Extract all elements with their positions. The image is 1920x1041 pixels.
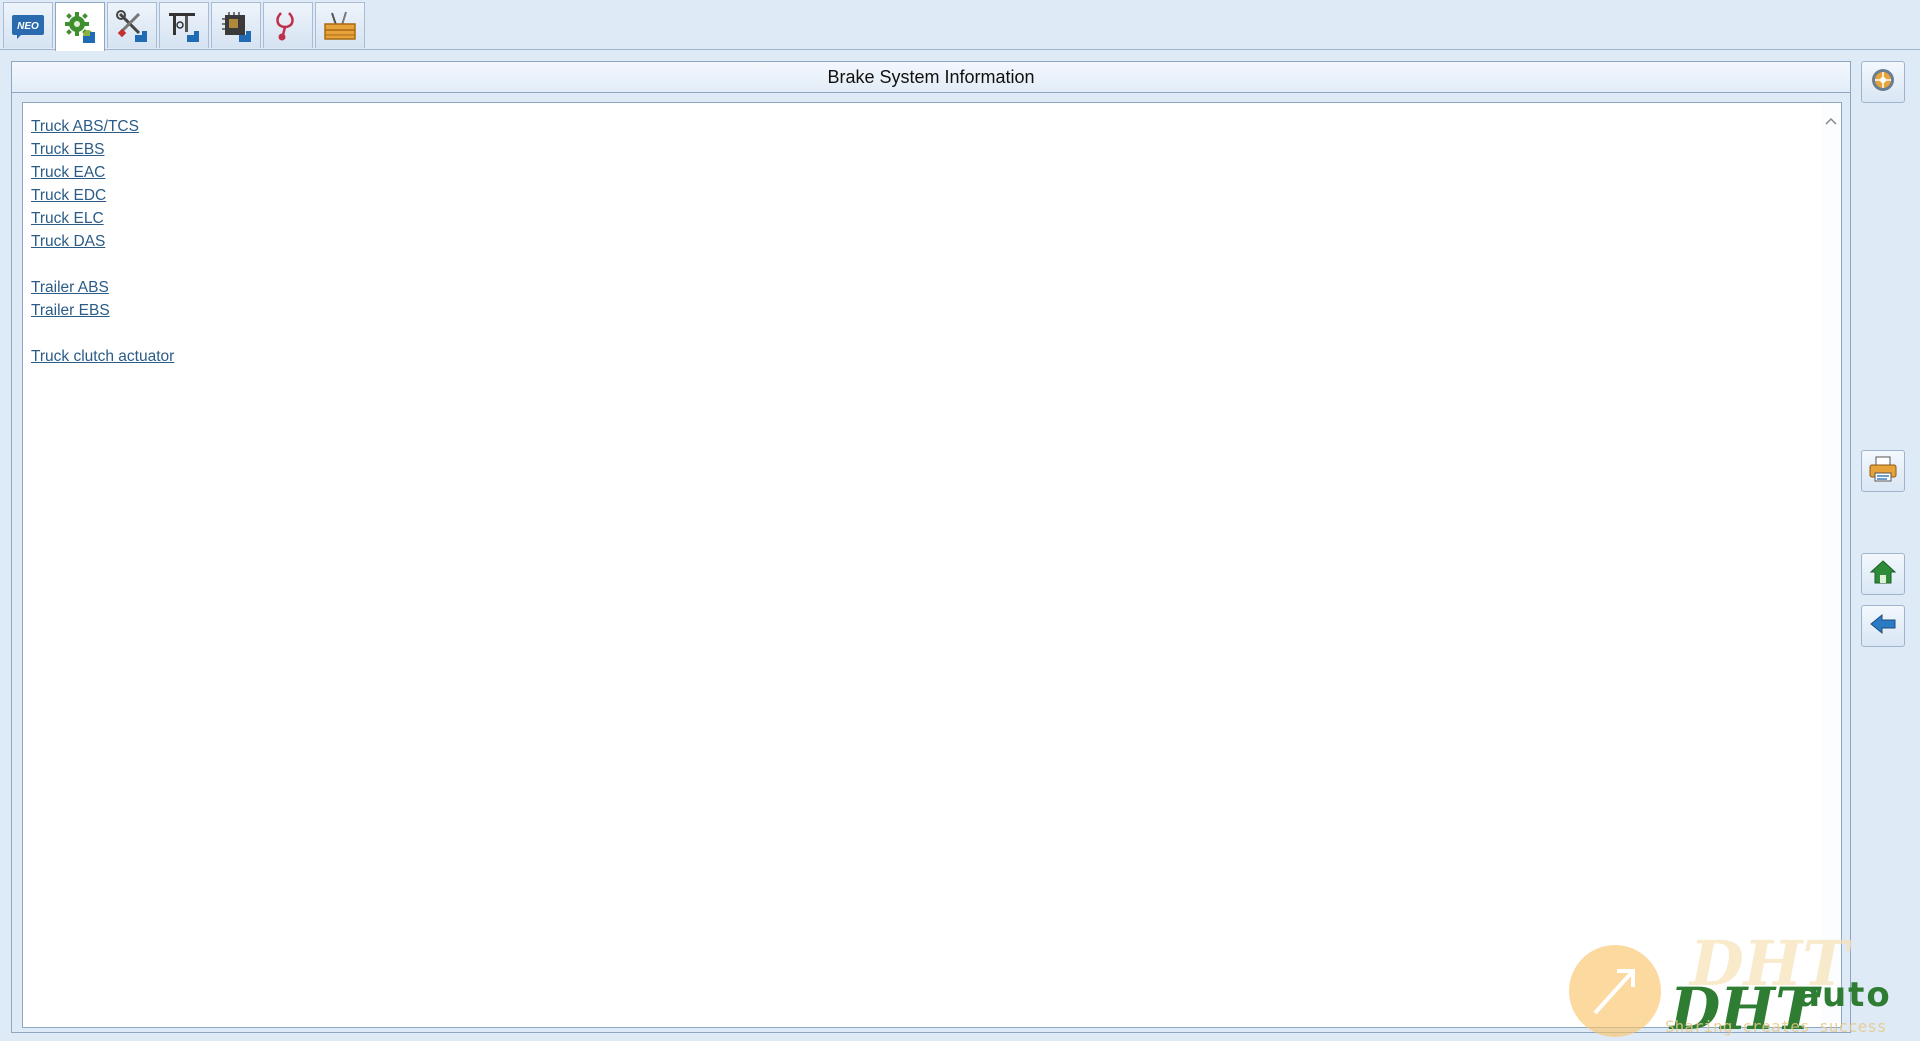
repair-tools-tab[interactable] bbox=[107, 2, 157, 48]
toolbox-icon bbox=[322, 9, 358, 43]
link-truck-abs-tcs[interactable]: Truck ABS/TCS bbox=[31, 118, 139, 135]
link-truck-edc[interactable]: Truck EDC bbox=[31, 187, 106, 204]
system-info-tab[interactable] bbox=[55, 2, 105, 51]
brake-info-panel: Brake System Information Truck ABS/TCS T… bbox=[11, 61, 1851, 1033]
diagnosis-tab[interactable] bbox=[263, 2, 313, 48]
neo-logo-icon: NEO bbox=[11, 12, 45, 40]
toolbox-tab[interactable] bbox=[315, 2, 365, 48]
list-item: Truck clutch actuator bbox=[31, 345, 174, 368]
link-trailer-ebs[interactable]: Trailer EBS bbox=[31, 302, 110, 319]
back-arrow-icon bbox=[1869, 613, 1897, 640]
scroll-up-icon[interactable] bbox=[1823, 113, 1839, 129]
neo-tab[interactable]: NEO bbox=[3, 2, 53, 48]
print-button[interactable] bbox=[1861, 450, 1905, 492]
list-item: Trailer EBS bbox=[31, 299, 174, 322]
printer-icon bbox=[1868, 455, 1898, 488]
list-item: Truck EDC bbox=[31, 184, 174, 207]
panel-title: Brake System Information bbox=[12, 62, 1850, 93]
system-link-list: Truck ABS/TCS Truck EBS Truck EAC Truck … bbox=[31, 115, 174, 368]
list-item: Truck ELC bbox=[31, 207, 174, 230]
home-icon bbox=[1869, 559, 1897, 590]
link-trailer-abs[interactable]: Trailer ABS bbox=[31, 279, 109, 296]
caliper-icon bbox=[167, 9, 201, 43]
list-item: Truck EBS bbox=[31, 138, 174, 161]
measurement-tab[interactable] bbox=[159, 2, 209, 48]
gear-info-icon bbox=[63, 10, 97, 44]
list-spacer bbox=[31, 322, 174, 345]
svg-text:NEO: NEO bbox=[17, 21, 39, 32]
link-truck-eac[interactable]: Truck EAC bbox=[31, 164, 105, 181]
list-item: Trailer ABS bbox=[31, 276, 174, 299]
list-item: Truck DAS bbox=[31, 230, 174, 253]
ecu-tab[interactable] bbox=[211, 2, 261, 48]
home-button[interactable] bbox=[1861, 553, 1905, 595]
link-truck-elc[interactable]: Truck ELC bbox=[31, 210, 104, 227]
link-truck-ebs[interactable]: Truck EBS bbox=[31, 141, 105, 158]
steering-wheel-icon bbox=[1869, 66, 1897, 99]
app-window: NEO Brake System Information Truck ABS/T… bbox=[0, 0, 1920, 1041]
chip-icon bbox=[219, 9, 253, 43]
list-item: Truck ABS/TCS bbox=[31, 115, 174, 138]
top-toolbar: NEO bbox=[0, 0, 1920, 51]
list-spacer bbox=[31, 253, 174, 276]
link-truck-clutch-actuator[interactable]: Truck clutch actuator bbox=[31, 348, 174, 365]
vertical-scrollbar[interactable] bbox=[1821, 103, 1841, 1027]
list-item: Truck EAC bbox=[31, 161, 174, 184]
settings-button[interactable] bbox=[1861, 61, 1905, 103]
link-truck-das[interactable]: Truck DAS bbox=[31, 233, 105, 250]
content-area: Truck ABS/TCS Truck EBS Truck EAC Truck … bbox=[22, 102, 1842, 1028]
wrench-screwdriver-icon bbox=[115, 9, 149, 43]
back-button[interactable] bbox=[1861, 605, 1905, 647]
stethoscope-icon bbox=[271, 9, 305, 43]
